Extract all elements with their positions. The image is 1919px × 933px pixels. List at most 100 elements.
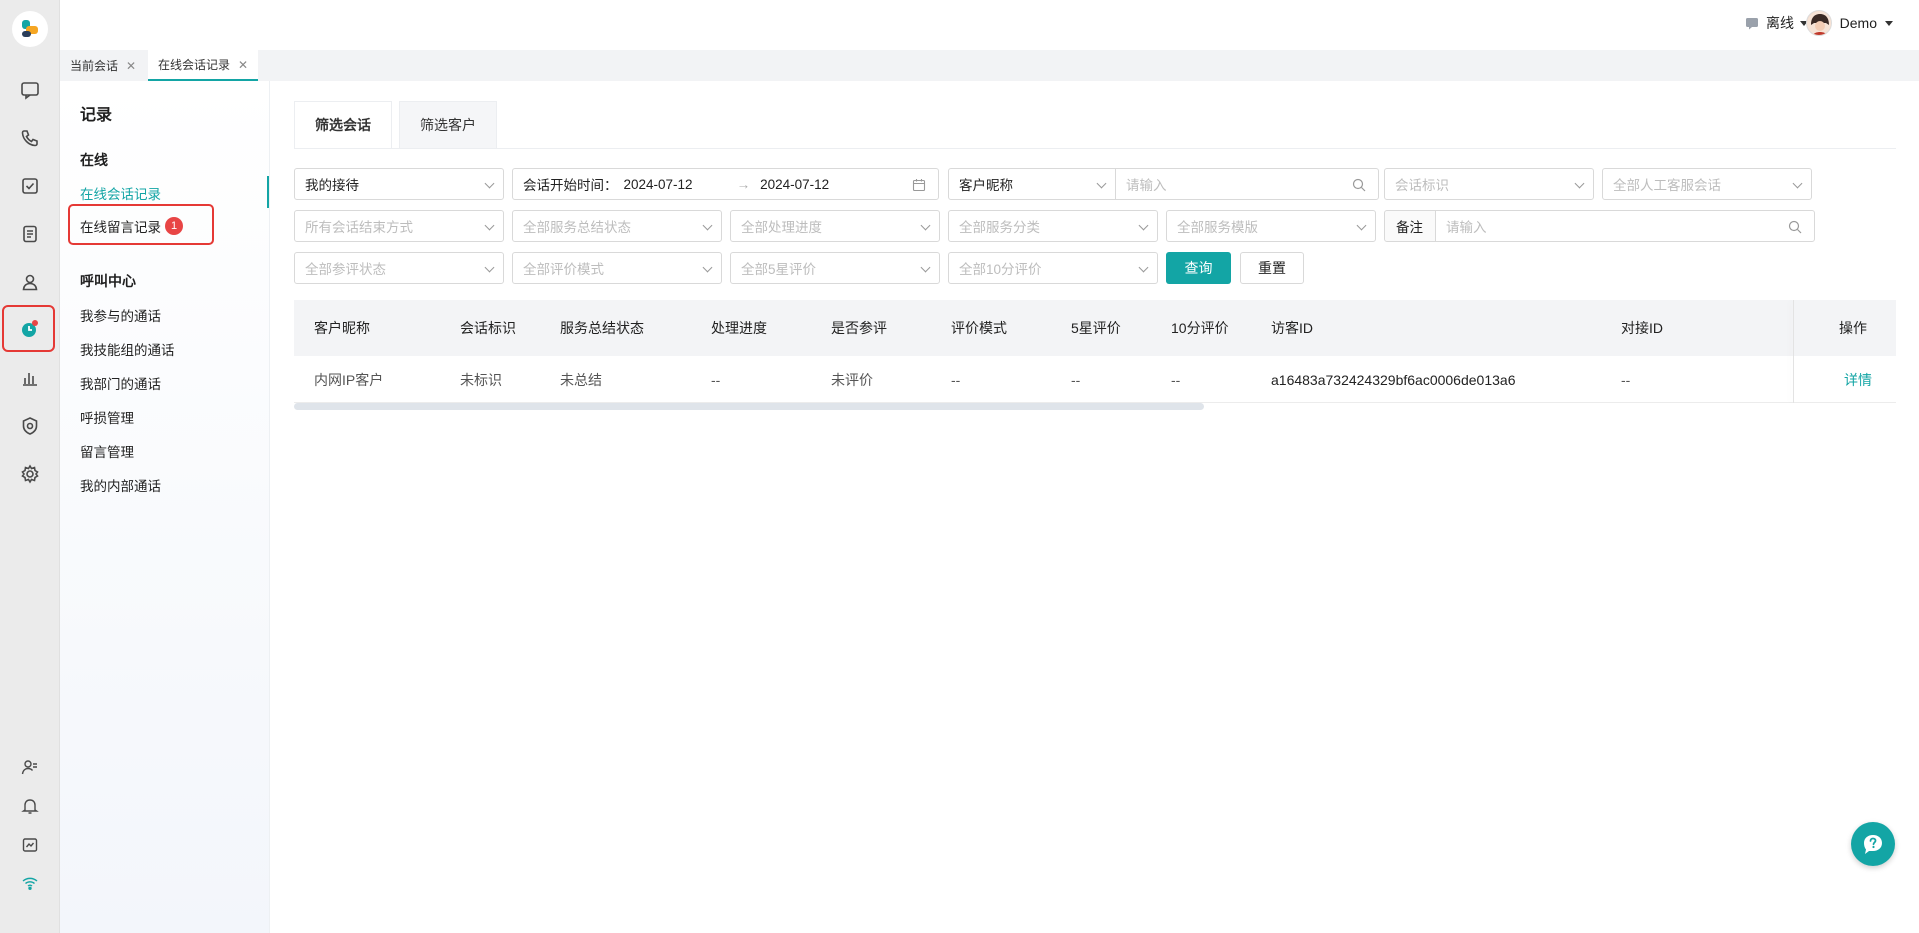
- search-icon[interactable]: [1788, 220, 1802, 234]
- user-menu[interactable]: Demo: [1805, 10, 1893, 36]
- chevron-down-icon: [702, 220, 713, 231]
- chevron-down-icon: [920, 220, 931, 231]
- status-label: 离线: [1766, 15, 1794, 31]
- bell-icon[interactable]: [10, 786, 50, 826]
- rating-mode-select[interactable]: 全部评价模式: [512, 252, 722, 284]
- col-customer-nickname: 客户昵称: [314, 320, 370, 336]
- records-icon[interactable]: [2, 305, 55, 352]
- cell-five-star: --: [1071, 371, 1081, 388]
- chevron-down-icon: [1356, 220, 1367, 231]
- session-tag-select[interactable]: 会话标识: [1384, 168, 1594, 200]
- rating-mode-value: 全部评价模式: [523, 262, 604, 277]
- sidebar-item-skill-group-calls[interactable]: 我技能组的通话: [80, 339, 175, 359]
- username: Demo: [1839, 15, 1877, 31]
- customer-field-select[interactable]: 客户昵称: [948, 168, 1116, 200]
- ten-point-select[interactable]: 全部10分评价: [948, 252, 1158, 284]
- col-actions: 操作: [1839, 320, 1867, 336]
- session-type-select[interactable]: 全部人工客服会话: [1602, 168, 1812, 200]
- icon-rail: [0, 0, 60, 933]
- chevron-down-icon: [920, 262, 931, 273]
- col-session-tag: 会话标识: [460, 320, 516, 336]
- sidebar-item-my-calls[interactable]: 我参与的通话: [80, 305, 161, 325]
- chevron-down-icon: [1096, 178, 1107, 189]
- tab-online-session-records[interactable]: 在线会话记录 ✕: [148, 50, 259, 81]
- customer-search-input[interactable]: 请输入: [1115, 168, 1379, 200]
- table-row: 内网IP客户 未标识 未总结 -- 未评价 -- -- -- a16483a73…: [294, 356, 1896, 403]
- rating-status-select[interactable]: 全部参评状态: [294, 252, 504, 284]
- sidebar-group-call-center: 呼叫中心: [80, 273, 136, 289]
- cell-rating-mode: --: [951, 371, 961, 388]
- tab-label: 当前会话: [70, 59, 119, 73]
- tab-label: 在线会话记录: [158, 58, 231, 72]
- close-icon[interactable]: ✕: [238, 58, 248, 72]
- cell-session-tag: 未标识: [460, 371, 502, 388]
- gear-icon[interactable]: [10, 454, 50, 494]
- sidebar-item-call-loss[interactable]: 呼损管理: [80, 407, 134, 427]
- summary-status-select[interactable]: 全部服务总结状态: [512, 210, 722, 242]
- app-root: 离线 Demo 当前会话 ✕ 在线会话记录 ✕ 记录 在线 在线会话记录 在线留…: [0, 0, 1919, 933]
- date-arrow: →: [736, 176, 751, 192]
- main-content: 筛选会话 筛选客户 我的接待 会话开始时间： 2024-07-12 → 2024…: [271, 81, 1919, 933]
- fixed-column-divider: [1793, 300, 1794, 403]
- phone-icon[interactable]: [10, 118, 50, 158]
- horizontal-scrollbar[interactable]: [294, 403, 1204, 410]
- date-range-picker[interactable]: 会话开始时间： 2024-07-12 → 2024-07-12: [512, 168, 939, 200]
- search-icon[interactable]: [1352, 178, 1366, 192]
- sidebar-title: 记录: [80, 107, 113, 124]
- remark-placeholder: 请输入: [1446, 220, 1487, 235]
- active-indicator: [267, 176, 269, 208]
- customer-field-value: 客户昵称: [959, 178, 1013, 193]
- close-icon[interactable]: ✕: [126, 59, 136, 73]
- chevron-down-icon: [1138, 262, 1149, 273]
- user-transfer-icon[interactable]: [10, 747, 50, 787]
- progress-select[interactable]: 全部处理进度: [730, 210, 940, 242]
- col-visitor-id: 访客ID: [1271, 320, 1313, 336]
- tab-filter-sessions[interactable]: 筛选会话: [294, 101, 392, 149]
- table-header: 客户昵称 会话标识 服务总结状态 处理进度 是否参评 评价模式 5星评价 10分…: [294, 300, 1896, 356]
- date-range-label: 会话开始时间：: [523, 178, 618, 193]
- calendar-icon: [912, 179, 926, 192]
- tabs-divider: [294, 148, 1896, 149]
- cell-progress: --: [711, 371, 721, 388]
- user-caret-icon: [1885, 20, 1893, 26]
- app-logo[interactable]: [12, 11, 48, 47]
- col-five-star: 5星评价: [1071, 320, 1121, 336]
- contacts-icon[interactable]: [10, 262, 50, 302]
- cell-ten-point: --: [1171, 371, 1181, 388]
- reception-select[interactable]: 我的接待: [294, 168, 504, 200]
- query-button[interactable]: 查询: [1166, 252, 1231, 284]
- end-method-value: 所有会话结束方式: [305, 220, 413, 235]
- reset-button[interactable]: 重置: [1240, 252, 1304, 284]
- chevron-down-icon: [1138, 220, 1149, 231]
- chevron-down-icon: [702, 262, 713, 273]
- cell-visitor-id: a16483a732424329bf6ac0006de013a6: [1271, 371, 1516, 388]
- tab-current-session[interactable]: 当前会话 ✕: [60, 50, 146, 81]
- template-select[interactable]: 全部服务模版: [1166, 210, 1376, 242]
- category-select[interactable]: 全部服务分类: [948, 210, 1158, 242]
- col-summary-status: 服务总结状态: [560, 320, 644, 336]
- shield-icon[interactable]: [10, 406, 50, 446]
- chevron-down-icon: [484, 178, 495, 189]
- session-type-value: 全部人工客服会话: [1613, 178, 1721, 193]
- sidebar-item-online-session-records[interactable]: 在线会话记录: [80, 183, 161, 203]
- task-icon[interactable]: [10, 166, 50, 206]
- document-icon[interactable]: [10, 214, 50, 254]
- details-link[interactable]: 详情: [1844, 356, 1872, 403]
- remark-input[interactable]: 请输入: [1435, 210, 1815, 242]
- help-button[interactable]: [1851, 822, 1895, 866]
- highlight-box: [68, 204, 214, 245]
- sidebar-item-department-calls[interactable]: 我部门的通话: [80, 373, 161, 393]
- sidebar-item-voicemail[interactable]: 留言管理: [80, 441, 134, 461]
- chevron-down-icon: [1792, 178, 1803, 189]
- status-selector[interactable]: 离线: [1744, 13, 1808, 33]
- col-docking-id: 对接ID: [1621, 320, 1663, 336]
- monitor-icon[interactable]: [10, 825, 50, 865]
- five-star-select[interactable]: 全部5星评价: [730, 252, 940, 284]
- chat-icon[interactable]: [10, 70, 50, 110]
- chart-icon[interactable]: [10, 358, 50, 398]
- end-method-select[interactable]: 所有会话结束方式: [294, 210, 504, 242]
- date-to: 2024-07-12: [760, 176, 830, 192]
- sidebar-item-internal-calls[interactable]: 我的内部通话: [80, 475, 161, 495]
- tab-filter-customers[interactable]: 筛选客户: [399, 101, 497, 149]
- rating-status-value: 全部参评状态: [305, 262, 386, 277]
